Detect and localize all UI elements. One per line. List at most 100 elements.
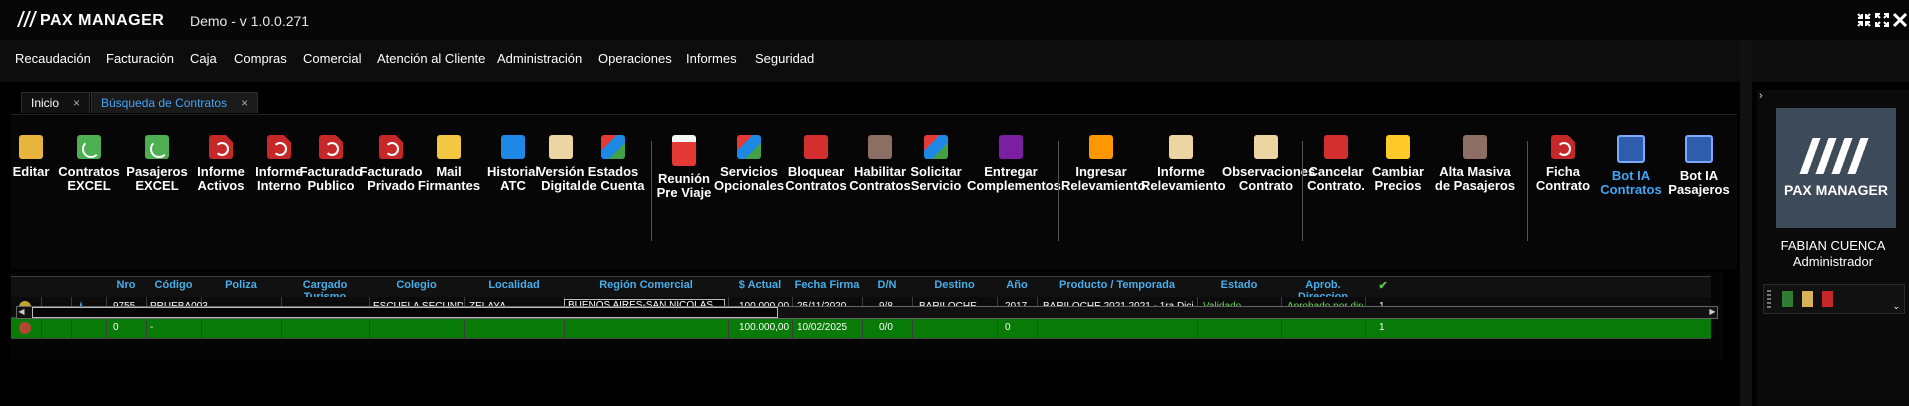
column-header-check[interactable]: ✔ [1365,279,1401,292]
menu-informes[interactable]: Informes [686,51,737,66]
button-label: Ingresar Relevamiento [1061,164,1146,193]
menu-comercial[interactable]: Comercial [303,51,362,66]
calendar-icon [672,135,696,166]
pdf-icon [209,135,233,159]
tab-inicio[interactable]: Inicio × [21,92,91,113]
menu-seguridad[interactable]: Seguridad [755,51,814,66]
cancelar-contrato-button[interactable]: Cancelar Contrato. [1305,117,1367,265]
cambiar-precios-button[interactable]: Cambiar Precios [1368,117,1428,265]
ribbon-toolbar: Editar Contratos EXCEL Pasajeros EXCEL I… [11,114,1737,269]
pdf-icon [1551,135,1575,159]
close-icon[interactable] [1891,11,1909,29]
menu-recaudacion[interactable]: Recaudación [15,51,91,66]
column-header-localidad[interactable]: Localidad [464,279,564,291]
contratos-excel-button[interactable]: Contratos EXCEL [56,117,122,265]
solicitar-servicio-button[interactable]: Solicitar Servicio [905,117,967,265]
column-header-fecha-firma[interactable]: Fecha Firma [792,279,862,291]
table-row-selected[interactable]: 0 - 100.000,00 10/02/2025 0/0 0 1 [11,318,1711,339]
editar-button[interactable]: Editar [11,117,51,265]
button-label: Mail Firmantes [417,164,481,193]
menu-operaciones[interactable]: Operaciones [598,51,672,66]
column-header-destino[interactable]: Destino [912,279,997,291]
habilitar-contratos-button[interactable]: Habilitar Contratos [847,117,913,265]
column-header-colegio[interactable]: Colegio [369,279,464,291]
main-content: Inicio × Búsqueda de Contratos × Editar Co… [11,90,1737,406]
window-title: Demo - v 1.0.0.271 [190,13,310,29]
status-icon[interactable] [19,322,31,334]
scroll-thumb[interactable] [32,307,778,318]
column-header-poliza[interactable]: Poliza [201,279,281,291]
column-header-region-comercial[interactable]: Región Comercial [564,279,728,291]
tab-busqueda-contratos[interactable]: Búsqueda de Contratos × [91,92,259,113]
column-header-nro[interactable]: Nro [106,279,146,291]
separator [1058,141,1059,241]
scroll-left-icon[interactable]: ◀ [17,307,26,316]
drag-handle-icon[interactable] [1767,290,1771,308]
menu-compras[interactable]: Compras [234,51,287,66]
pasajeros-excel-button[interactable]: Pasajeros EXCEL [122,117,192,265]
button-label: Bot IA Pasajeros [1668,168,1730,197]
alta-masiva-pasajeros-button[interactable]: Alta Masiva de Pasajeros [1431,117,1519,265]
excel-icon [145,135,169,159]
button-label: Solicitar Servicio [910,164,962,193]
column-header-actual[interactable]: $ Actual [728,279,792,291]
green-document-icon[interactable] [1782,291,1793,307]
button-label: Observaciones Contrato [1222,164,1316,193]
horizontal-scrollbar[interactable]: ◀ ▶ [16,306,1718,319]
mail-icon [437,135,461,159]
informe-activos-button[interactable]: Informe Activos [191,117,251,265]
document-icon [549,135,573,159]
quick-actions-panel: ⌄ [1763,284,1905,314]
expand-icon[interactable] [1873,11,1891,29]
mail-firmantes-button[interactable]: Mail Firmantes [415,117,483,265]
person-icon [868,135,892,159]
reunion-pre-viaje-button[interactable]: Reunión Pre Viaje [653,117,715,265]
bot-ia-pasajeros-button[interactable]: Bot IA Pasajeros [1667,117,1731,265]
bloquear-contratos-button[interactable]: Bloquear Contratos [783,117,849,265]
separator [1527,141,1528,241]
ficha-contrato-button[interactable]: Ficha Contrato [1530,117,1596,265]
close-tab-icon[interactable]: × [73,96,80,110]
document-icon [1169,135,1193,159]
collapse-arrow-icon[interactable]: › [1759,90,1763,102]
shrink-icon[interactable] [1855,11,1873,29]
menu-atencion-cliente[interactable]: Atención al Cliente [377,51,485,66]
column-header-anio[interactable]: Año [997,279,1037,291]
scroll-right-icon[interactable]: ▶ [1708,307,1717,316]
menu-administracion[interactable]: Administración [497,51,582,66]
cancel-icon [1324,135,1348,159]
red-document-icon[interactable] [1822,291,1833,307]
button-label: Contratos EXCEL [58,164,120,193]
ai-icon [1617,135,1645,163]
services-icon [737,135,761,159]
vertical-scrollbar[interactable] [1740,40,1752,406]
facturado-publico-button[interactable]: Facturado Publico [299,117,363,265]
button-label: Informe Activos [197,164,245,193]
entregar-complementos-button[interactable]: Entregar Complementos [967,117,1061,265]
main-menu: Recaudación Facturación Caja Compras Com… [0,40,1909,82]
estados-cuenta-button[interactable]: Estados de Cuenta [581,117,645,265]
excel-icon [77,135,101,159]
lock-icon [804,135,828,159]
bot-ia-contratos-button[interactable]: Bot IA Contratos [1599,117,1663,265]
services-icon [924,135,948,159]
servicios-opcionales-button[interactable]: Servicios Opcionales [714,117,784,265]
ingresar-relevamiento-button[interactable]: Ingresar Relevamiento [1061,117,1146,265]
column-header-codigo[interactable]: Código [146,279,201,291]
facturado-privado-button[interactable]: Facturado Privado [359,117,423,265]
column-header-estado[interactable]: Estado [1197,279,1281,291]
user-name: FABIAN CUENCA [1780,238,1886,253]
column-header-dn[interactable]: D/N [862,279,912,291]
menu-facturacion[interactable]: Facturación [106,51,174,66]
observaciones-contrato-button[interactable]: Observaciones Contrato [1222,117,1316,265]
column-header-producto-temporada[interactable]: Producto / Temporada [1037,279,1197,291]
folder-icon[interactable] [1802,291,1813,307]
close-tab-icon[interactable]: × [241,96,248,110]
button-label: Informe Relevamiento [1141,164,1226,193]
informe-relevamiento-button[interactable]: Informe Relevamiento [1141,117,1226,265]
menu-caja[interactable]: Caja [190,51,217,66]
cell-codigo: - [150,322,154,333]
button-label: Facturado Publico [299,164,363,193]
button-label: Estados de Cuenta [581,164,645,193]
dropdown-chevron-icon[interactable]: ⌄ [1892,301,1900,312]
